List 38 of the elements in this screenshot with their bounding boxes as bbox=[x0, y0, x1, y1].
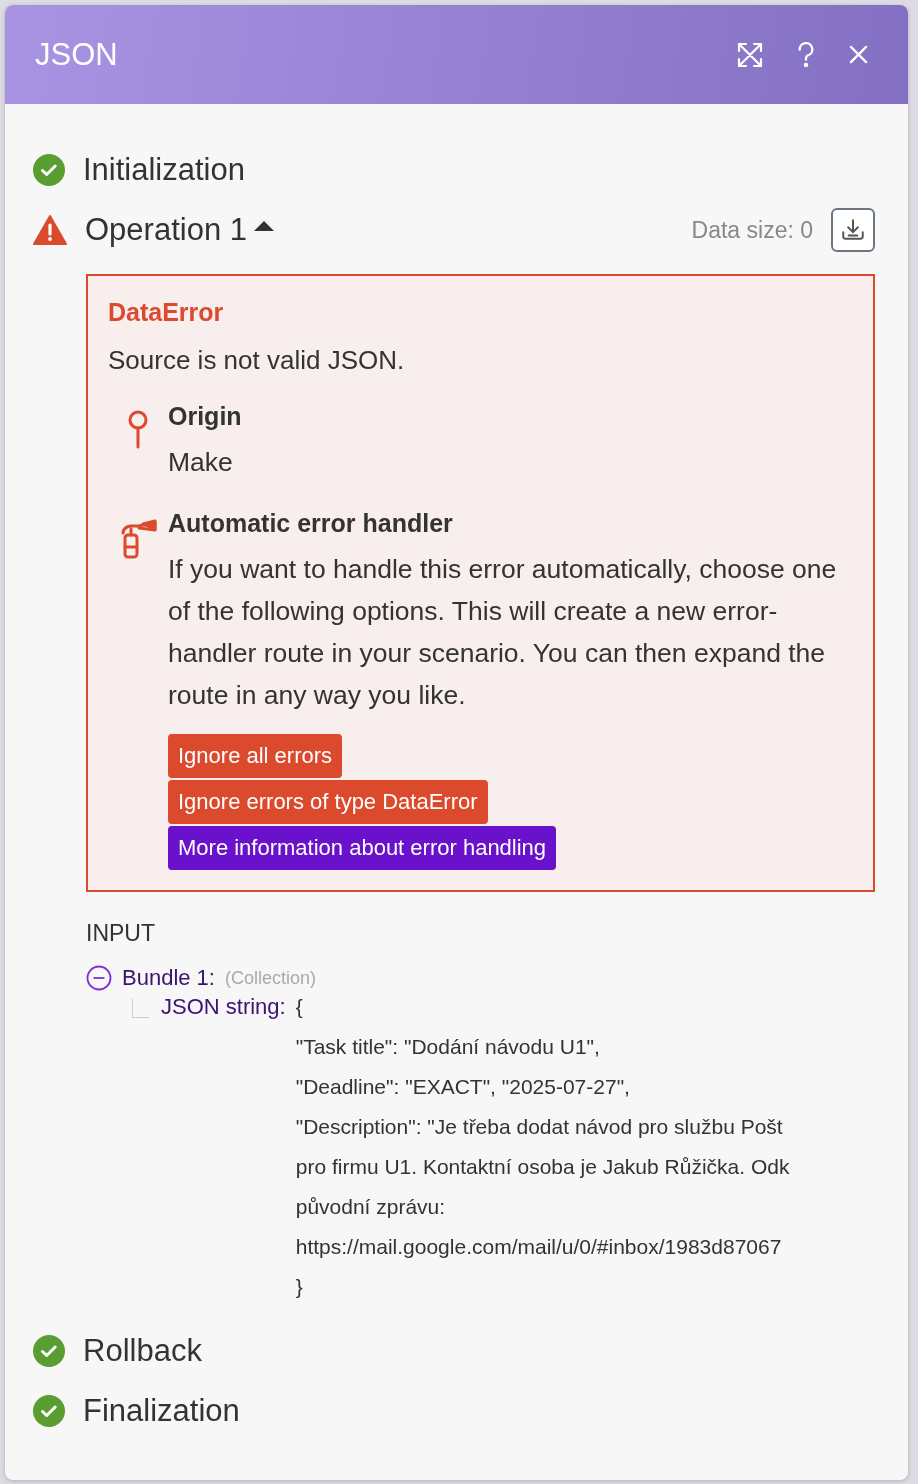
section-text: Make bbox=[168, 446, 234, 479]
warning-icon bbox=[33, 215, 67, 245]
stage-label: Initialization bbox=[83, 152, 245, 188]
pin-icon bbox=[126, 410, 150, 450]
tree-line bbox=[132, 999, 149, 1018]
close-icon[interactable] bbox=[849, 45, 868, 64]
section-title: Origin bbox=[168, 402, 242, 431]
check-circle-icon bbox=[33, 1335, 65, 1367]
json-line: { bbox=[295, 994, 304, 1020]
ignore-button[interactable]: Ignore all errors bbox=[168, 734, 343, 778]
type-label: (Collection) bbox=[224, 967, 316, 989]
stage-label: Operation 1 bbox=[85, 212, 247, 248]
dialog-title: JSON bbox=[35, 36, 119, 73]
section-heading: INPUT bbox=[86, 920, 156, 947]
collapse-icon[interactable] bbox=[86, 965, 112, 991]
json-line: https://mail.google.com/mail/u/0/#inbox/1983d87067 bbox=[295, 1234, 783, 1260]
json-line: původní zprávu: bbox=[295, 1194, 447, 1220]
info-button[interactable]: More information about error handling bbox=[168, 826, 557, 870]
download-button[interactable] bbox=[831, 208, 875, 252]
caret-icon[interactable] bbox=[253, 220, 275, 232]
data-size-label: Data size: 0 bbox=[691, 216, 813, 244]
json-line: "Description": "Je třeba dodat návod pro službu Pošt bbox=[295, 1114, 784, 1140]
json-line: "Deadline": "EXACT", "2025-07-27", bbox=[295, 1074, 631, 1100]
help-icon[interactable] bbox=[797, 41, 815, 68]
check-circle-icon bbox=[33, 154, 65, 186]
json-line: "Task title": "Dodání návodu U1", bbox=[295, 1034, 601, 1060]
section-title: Automatic error handler bbox=[168, 509, 454, 538]
expand-icon[interactable] bbox=[737, 41, 763, 68]
stage-label: Finalization bbox=[83, 1393, 240, 1429]
json-line: } bbox=[295, 1274, 304, 1300]
section-text: If you want to handle this error automatically, choose one of the following options. This will create a new error-handler route in your scenario. You can then expand the route in any way you like. bbox=[168, 553, 838, 712]
json-line: pro firmu U1. Kontaktní osoba je Jakub Růžička. Odk bbox=[295, 1154, 790, 1180]
ignore-button[interactable]: Ignore errors of type DataError bbox=[168, 780, 488, 824]
check-circle-icon bbox=[33, 1395, 65, 1427]
error-message: Source is not valid JSON. bbox=[108, 345, 406, 376]
stage-label: Rollback bbox=[83, 1333, 202, 1369]
download-icon bbox=[840, 217, 866, 243]
error-name: DataError bbox=[108, 298, 225, 327]
